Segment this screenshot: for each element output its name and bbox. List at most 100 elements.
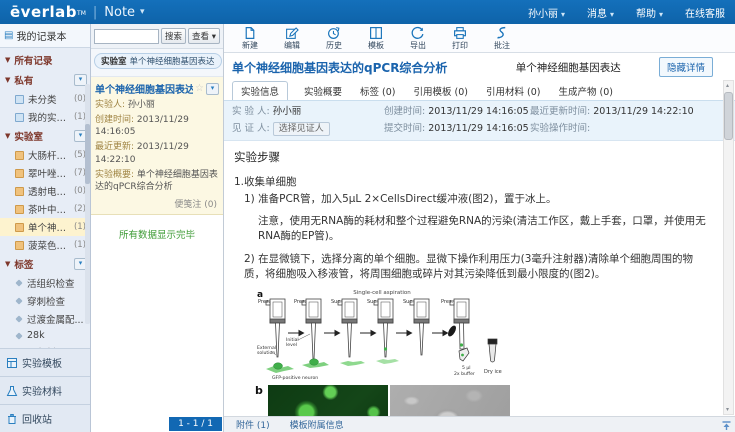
product-caret-icon[interactable]: ▾ [140,7,145,17]
triangle-down-icon: ▼ [5,260,10,268]
section-label: 标签 [14,257,33,271]
hide-details-button[interactable]: 隐藏详情 [659,57,713,77]
sidebar-item-recycle-bin[interactable]: 回收站 [0,404,90,432]
step-1: 1) 准备PCR管，加入5μL 2×CellsDirect缓冲液(图2)，置于冰… [244,192,711,207]
template-button[interactable]: 模板 [358,26,394,51]
annotate-button[interactable]: 批注 [484,26,520,51]
sidebar-section-lab[interactable]: ▼ 实验室 ▾ [0,126,90,146]
notebook-icon [15,113,24,122]
triangle-down-icon: ▼ [5,56,10,64]
history-button[interactable]: 历史 [316,26,352,51]
user-menu[interactable]: 孙小丽▾ [528,5,565,20]
step-2: 2) 在显微镜下，选择分离的单个细胞。显微下操作利用压力(3毫升注射器)清除单个… [244,252,711,281]
updated-time: 2013/11/29 14:22:10 [593,106,693,117]
search-button[interactable]: 搜索 [161,28,186,44]
experiment-card-title[interactable]: 单个神经细胞基因表达... [95,81,193,96]
svg-text:Suc.: Suc. [367,299,378,305]
sidebar-item-single-neuron[interactable]: 单个神经细... (1) [0,218,90,236]
topbar: ēverlab TM | Note ▾ 孙小丽▾ 消息▾ 帮助▾ 在线客服 [0,0,735,24]
tab-summary[interactable]: 实验概要 [302,82,344,100]
sidebar-section-all-records[interactable]: ▼ 所有记录 [0,50,90,70]
choose-witness-button[interactable]: 选择见证人 [273,122,330,136]
tab-ref-templates[interactable]: 引用模板 (0) [412,82,470,100]
info-label: 实 验 人: [232,106,270,117]
svg-text:Suc.: Suc. [331,299,342,305]
sidebar-item-tem[interactable]: 透射电镜小... (0) [0,182,90,200]
scroll-down-arrow[interactable]: ▾ [724,406,731,413]
sidebar-item-templates[interactable]: 实验模板 [0,348,90,376]
tab-tags[interactable]: 标签 (0) [358,82,397,100]
experiment-detail-panel: 新建 编辑 历史 模板 导出 [224,24,735,432]
content-scrollbar[interactable]: ▴ ▾ [723,80,734,415]
logo-divider: | [93,5,97,20]
sidebar-tag-28k[interactable]: 28k [0,328,90,343]
figure-a-aspiration-diagram: a Single-cell aspiration [256,287,508,383]
item-label: 单个神经细... [28,220,72,234]
tool-label: 打印 [452,40,468,51]
messages-menu[interactable]: 消息▾ [587,5,614,20]
pagination-badge[interactable]: 1 - 1 / 1 [169,417,222,431]
notebook-icon [15,169,24,178]
attachments-tab[interactable]: 附件 (1) [236,418,270,431]
sidebar-section-tags[interactable]: ▼ 标签 ▾ [0,254,90,274]
tag-icon [15,279,22,286]
tag-icon [15,332,22,339]
experimenter: 孙小丽 [273,106,302,117]
back-to-top-button[interactable] [721,420,732,431]
sidebar-item-uncategorized[interactable]: 未分类 (0) [0,90,90,108]
scrollbar-thumb[interactable] [85,124,90,184]
new-button[interactable]: 新建 [232,26,268,51]
sidebar-tag-biopsy[interactable]: 活组织检查 [0,274,90,292]
sidebar-item-synthesis[interactable]: 翠叶唑合成... (7) [0,164,90,182]
info-label: 创建时间: [384,106,425,117]
export-button[interactable]: 导出 [400,26,436,51]
annotation-dry-ice: Dry ice [484,369,502,375]
template-info-tab[interactable]: 模板附属信息 [290,418,344,431]
sidebar-item-materials[interactable]: 实验材料 [0,376,90,404]
sidebar-item-spinach-pigment[interactable]: 菠菜色素的... (1) [0,236,90,254]
tab-products[interactable]: 生成产物 (0) [556,82,614,100]
sidebar-tag-puncture[interactable]: 穿刺检查 [0,292,90,310]
sidebar-item-my-experiments[interactable]: 我的实验记... (1) [0,108,90,126]
sidebar-item-ecoli[interactable]: 大肠杆菌电... (5) [0,146,90,164]
svg-text:Pres.: Pres. [294,299,307,305]
search-input[interactable] [94,29,159,44]
back-to-top-icon [721,420,732,431]
product-name: Note [104,5,135,20]
sidebar-tag-transition-metal[interactable]: 过渡金属配... [0,310,90,328]
edit-button[interactable]: 编辑 [274,26,310,51]
main-toolbar: 新建 编辑 历史 模板 导出 [224,24,735,53]
card-dropdown-icon[interactable]: ▾ [206,83,219,95]
tab-experiment-info[interactable]: 实验信息 [232,81,288,101]
view-dropdown-button[interactable]: 查看 ▾ [188,28,220,44]
template-icon [6,357,18,369]
sidebar-section-private[interactable]: ▼ 私有 ▾ [0,70,90,90]
star-icon[interactable]: ☆ [195,83,204,94]
printer-icon [453,26,467,40]
sticky-note-count[interactable]: 便笺注 (0) [95,193,219,212]
experiment-list-panel: 搜索 查看 ▾ 实验室单个神经细胞基因表达 单个神经细胞基因表达... ☆ ▾ … [91,24,224,432]
experiment-card-selected[interactable]: 单个神经细胞基因表达... ☆ ▾ 实验人: 孙小丽 创建时间: 2013/11… [91,77,223,215]
notebook-filter-chip[interactable]: 实验室单个神经细胞基因表达 [94,53,222,69]
print-button[interactable]: 打印 [442,26,478,51]
field-label: 创建时间: [95,115,134,125]
filter-chip-row: 实验室单个神经细胞基因表达 [91,49,223,77]
help-menu[interactable]: 帮助▾ [636,5,663,20]
annotation-gfp-neuron: GFP-positive neuron [272,375,318,381]
sidebar-item-caffeine[interactable]: 茶叶中咖啡... (2) [0,200,90,218]
sidebar-scrollbar[interactable] [85,84,90,324]
step-note: 注意，使用无RNA酶的耗材和整个过程避免RNA的污染(清洁工作区，戴上手套，口罩… [258,214,711,243]
section-label: 实验室 [14,129,43,143]
help-label: 帮助 [636,9,656,20]
tab-ref-materials[interactable]: 引用材料 (0) [484,82,542,100]
section-label: 所有记录 [14,53,52,67]
history-clock-icon [327,26,341,40]
messages-label: 消息 [587,9,607,20]
scrollbar-thumb[interactable] [724,92,733,140]
online-support-link[interactable]: 在线客服 [685,5,725,20]
tag-label: 过渡金属配... [27,312,86,326]
tag-icon [15,315,22,322]
scroll-up-arrow[interactable]: ▴ [724,82,731,89]
nav-label: 回收站 [22,411,52,426]
search-row: 搜索 查看 ▾ [91,24,223,49]
